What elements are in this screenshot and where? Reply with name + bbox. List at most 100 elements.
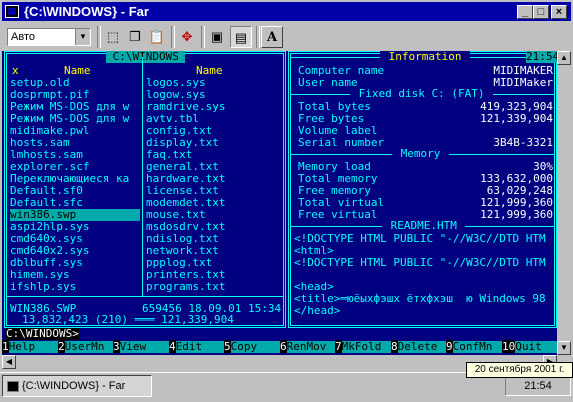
file-item[interactable]: ramdrive.sys	[146, 101, 282, 113]
serial-number-label: Serial number	[298, 136, 385, 149]
file-item[interactable]: dosprmpt.pif	[10, 89, 140, 101]
fullscreen-icon[interactable]: ✥	[176, 26, 198, 48]
function-key-2[interactable]: 2UserMn	[58, 340, 114, 353]
file-item[interactable]: config.txt	[146, 125, 282, 137]
file-item[interactable]: ifshlp.sys	[10, 281, 140, 293]
readme-preview: <!DOCTYPE HTML PUBLIC "-//W3C//DTD HTM <h…	[294, 233, 546, 317]
far-window: {C:\WINDOWS} - Far _ □ × Авто ▼ ⬚ ❐ 📋 ✥ …	[0, 0, 573, 372]
copy-icon[interactable]: ❐	[124, 26, 146, 48]
file-item[interactable]: printers.txt	[146, 269, 282, 281]
file-item[interactable]: avtv.tbl	[146, 113, 282, 125]
scroll-left-icon[interactable]: ◀	[2, 355, 16, 369]
properties-icon[interactable]: ▣	[206, 26, 228, 48]
file-item[interactable]: hardware.txt	[146, 173, 282, 185]
status-divider	[7, 296, 283, 297]
function-key-4[interactable]: 4Edit	[169, 340, 225, 353]
title-bar[interactable]: {C:\WINDOWS} - Far _ □ ×	[2, 2, 571, 21]
function-key-3[interactable]: 3View	[113, 340, 169, 353]
minimize-button[interactable]: _	[517, 5, 533, 19]
file-item[interactable]: aspi2hlp.sys	[10, 221, 140, 233]
vertical-scrollbar[interactable]: ▲ ▼	[557, 51, 571, 355]
file-item[interactable]: modemdet.txt	[146, 197, 282, 209]
function-key-number: 2	[58, 340, 65, 353]
background-icon[interactable]: ▤	[230, 26, 252, 48]
function-key-label: Delete	[397, 341, 447, 353]
function-key-number: 9	[446, 340, 453, 353]
toolbar-separator	[201, 26, 205, 48]
command-line-prompt[interactable]: C:\WINDOWS>	[6, 328, 79, 340]
file-item[interactable]: lmhosts.sam	[10, 149, 140, 161]
panel-clock: 21:54	[526, 51, 557, 63]
function-key-number: 8	[391, 340, 398, 353]
function-key-number: 4	[169, 340, 176, 353]
taskbar-button-label: {C:\WINDOWS} - Far	[22, 380, 126, 392]
file-item[interactable]: hosts.sam	[10, 137, 140, 149]
file-item[interactable]: general.txt	[146, 161, 282, 173]
maximize-button[interactable]: □	[533, 5, 549, 19]
chevron-down-icon[interactable]: ▼	[75, 29, 90, 45]
console-app-icon[interactable]	[5, 5, 19, 18]
file-item[interactable]: Режим MS-DOS для w	[10, 113, 140, 125]
file-item[interactable]: logow.sys	[146, 89, 282, 101]
function-key-9[interactable]: 9ConfMn	[446, 340, 502, 353]
column-divider	[142, 57, 143, 296]
file-item[interactable]: msdosdrv.txt	[146, 221, 282, 233]
file-item[interactable]: network.txt	[146, 245, 282, 257]
file-item[interactable]: cmd640x2.sys	[10, 245, 140, 257]
far-console[interactable]: C:\WINDOWS x Name Name setup.old dosprmpt…	[2, 51, 557, 355]
tray-clock[interactable]: 21:54	[505, 376, 571, 396]
function-key-number: 6	[280, 340, 287, 353]
function-key-number: 7	[335, 340, 342, 353]
mark-icon[interactable]: ⬚	[102, 26, 124, 48]
function-key-10[interactable]: 10Quit	[502, 340, 557, 353]
function-key-8[interactable]: 8Delete	[391, 340, 447, 353]
file-item[interactable]: Default.sfc	[10, 197, 140, 209]
function-key-number: 5	[224, 340, 231, 353]
file-item[interactable]: logos.sys	[146, 77, 282, 89]
user-name-value: MIDIMaker	[493, 76, 553, 89]
file-item[interactable]: cmd640x.sys	[10, 233, 140, 245]
scroll-down-icon[interactable]: ▼	[557, 341, 571, 355]
readme-line: </head>	[294, 304, 341, 317]
mark-column-header: x	[12, 64, 19, 77]
scroll-up-icon[interactable]: ▲	[557, 51, 571, 65]
function-key-1[interactable]: 1Help	[2, 340, 58, 353]
toolbar-separator	[171, 26, 175, 48]
window-title: {C:\WINDOWS} - Far	[24, 4, 149, 19]
function-key-5[interactable]: 5Copy	[224, 340, 280, 353]
console-task-icon	[7, 380, 19, 392]
function-key-label: MkFold	[341, 341, 391, 353]
function-key-6[interactable]: 6RenMov	[280, 340, 336, 353]
font-button[interactable]: A	[261, 26, 283, 48]
file-item[interactable]: win386.swp	[10, 209, 140, 221]
name-column-header: Name	[64, 64, 91, 77]
file-item[interactable]: faq.txt	[146, 149, 282, 161]
paste-icon[interactable]: 📋	[146, 26, 168, 48]
readme-line: <!DOCTYPE HTML PUBLIC "-//W3C//DTD HTM	[294, 256, 546, 269]
memory-title: Memory	[392, 147, 449, 160]
file-item[interactable]: mouse.txt	[146, 209, 282, 221]
file-item[interactable]: ndislog.txt	[146, 233, 282, 245]
font-size-combo[interactable]: Авто ▼	[7, 28, 91, 46]
file-item[interactable]: Режим MS-DOS для w	[10, 101, 140, 113]
file-item[interactable]: dblbuff.sys	[10, 257, 140, 269]
file-item[interactable]: programs.txt	[146, 281, 282, 293]
file-item[interactable]: himem.sys	[10, 269, 140, 281]
function-key-number: 3	[113, 340, 120, 353]
file-item[interactable]: setup.old	[10, 77, 140, 89]
file-item[interactable]: explorer.scf	[10, 161, 140, 173]
file-column-1: setup.old dosprmpt.pif Режим MS-DOS для wР…	[10, 77, 140, 293]
file-item[interactable]: display.txt	[146, 137, 282, 149]
function-key-bar: 1Help 2UserMn 3View 4Edit 5Copy 6RenMov 7MkFol…	[2, 340, 557, 353]
file-item[interactable]: Переключающиеся ка	[10, 173, 140, 185]
file-item[interactable]: midimake.pwl	[10, 125, 140, 137]
function-key-label: View	[119, 341, 169, 353]
file-item[interactable]: Default.sf0	[10, 185, 140, 197]
close-button[interactable]: ×	[551, 5, 567, 19]
file-item[interactable]: ppplog.txt	[146, 257, 282, 269]
free-virtual-label: Free virtual	[298, 208, 378, 221]
function-key-7[interactable]: 7MkFold	[335, 340, 391, 353]
taskbar-button-far[interactable]: {C:\WINDOWS} - Far	[2, 375, 152, 397]
function-key-label: UserMn	[64, 341, 114, 353]
file-item[interactable]: license.txt	[146, 185, 282, 197]
